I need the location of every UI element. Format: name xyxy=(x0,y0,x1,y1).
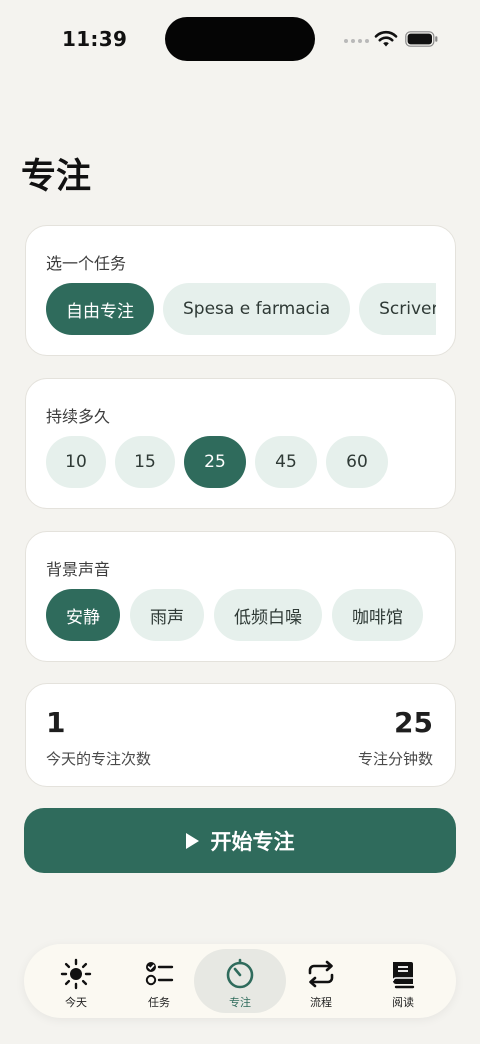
focus-minutes-label: 专注分钟数 xyxy=(357,750,433,768)
task-picker-card: 选一个任务 自由专注 Spesa e farmacia Scriver xyxy=(25,225,456,356)
duration-chip-15[interactable]: 15 xyxy=(115,436,175,488)
sessions-today-label: 今天的专注次数 xyxy=(46,750,152,768)
background-sound-card: 背景声音 安静 雨声 低频白噪 咖啡馆 xyxy=(25,531,456,662)
repeat-icon xyxy=(308,960,334,988)
play-icon xyxy=(185,832,199,849)
cellular-signal-icon xyxy=(344,39,369,43)
tab-label: 流程 xyxy=(310,996,332,1009)
start-focus-label: 开始专注 xyxy=(210,829,295,854)
duration-label: 持续多久 xyxy=(46,407,111,426)
battery-icon xyxy=(405,31,438,47)
sound-chip-silent[interactable]: 安静 xyxy=(46,589,120,641)
focus-minutes-value: 25 xyxy=(394,706,433,739)
sound-chip-white-noise[interactable]: 低频白噪 xyxy=(214,589,322,641)
wifi-icon xyxy=(374,30,398,47)
timer-icon xyxy=(226,958,254,989)
sound-chip-cafe[interactable]: 咖啡馆 xyxy=(332,589,423,641)
status-time: 11:39 xyxy=(62,27,128,51)
dynamic-island xyxy=(165,17,315,61)
task-chip-row[interactable]: 自由专注 Spesa e farmacia Scriver xyxy=(46,283,436,335)
tab-focus[interactable]: 专注 xyxy=(194,949,286,1013)
duration-card: 持续多久 10 15 25 45 60 xyxy=(25,378,456,509)
checklist-icon xyxy=(145,962,174,986)
tab-reading[interactable]: 阅读 xyxy=(363,950,443,1012)
duration-chip-25[interactable]: 25 xyxy=(184,436,246,488)
tab-label: 专注 xyxy=(229,996,251,1009)
stats-card: 1 今天的专注次数 25 专注分钟数 xyxy=(25,683,456,787)
tab-flow[interactable]: 流程 xyxy=(281,950,361,1012)
start-focus-button[interactable]: 开始专注 xyxy=(24,808,456,873)
duration-chip-60[interactable]: 60 xyxy=(326,436,388,488)
background-sound-label: 背景声音 xyxy=(46,560,111,579)
sound-chip-row: 安静 雨声 低频白噪 咖啡馆 xyxy=(46,589,423,641)
tab-label: 阅读 xyxy=(392,996,414,1009)
tab-today[interactable]: 今天 xyxy=(36,950,116,1012)
task-chip[interactable]: Spesa e farmacia xyxy=(163,283,351,335)
tab-bar: 今天 任务 专注 流程 阅读 xyxy=(24,944,456,1018)
tab-tasks[interactable]: 任务 xyxy=(119,950,199,1012)
tab-label: 任务 xyxy=(148,996,170,1009)
task-chip[interactable]: Scriver xyxy=(359,283,436,335)
sessions-today-value: 1 xyxy=(46,706,66,739)
page-title: 专注 xyxy=(21,157,92,197)
task-picker-label: 选一个任务 xyxy=(46,254,127,273)
task-chip-free-focus[interactable]: 自由专注 xyxy=(46,283,154,335)
book-icon xyxy=(392,962,415,989)
duration-chip-row: 10 15 25 45 60 xyxy=(46,436,388,488)
sun-icon xyxy=(60,958,92,990)
status-bar: 11:39 xyxy=(0,0,480,80)
tab-label: 今天 xyxy=(65,996,87,1009)
sound-chip-rain[interactable]: 雨声 xyxy=(130,589,204,641)
duration-chip-45[interactable]: 45 xyxy=(255,436,317,488)
duration-chip-10[interactable]: 10 xyxy=(46,436,106,488)
